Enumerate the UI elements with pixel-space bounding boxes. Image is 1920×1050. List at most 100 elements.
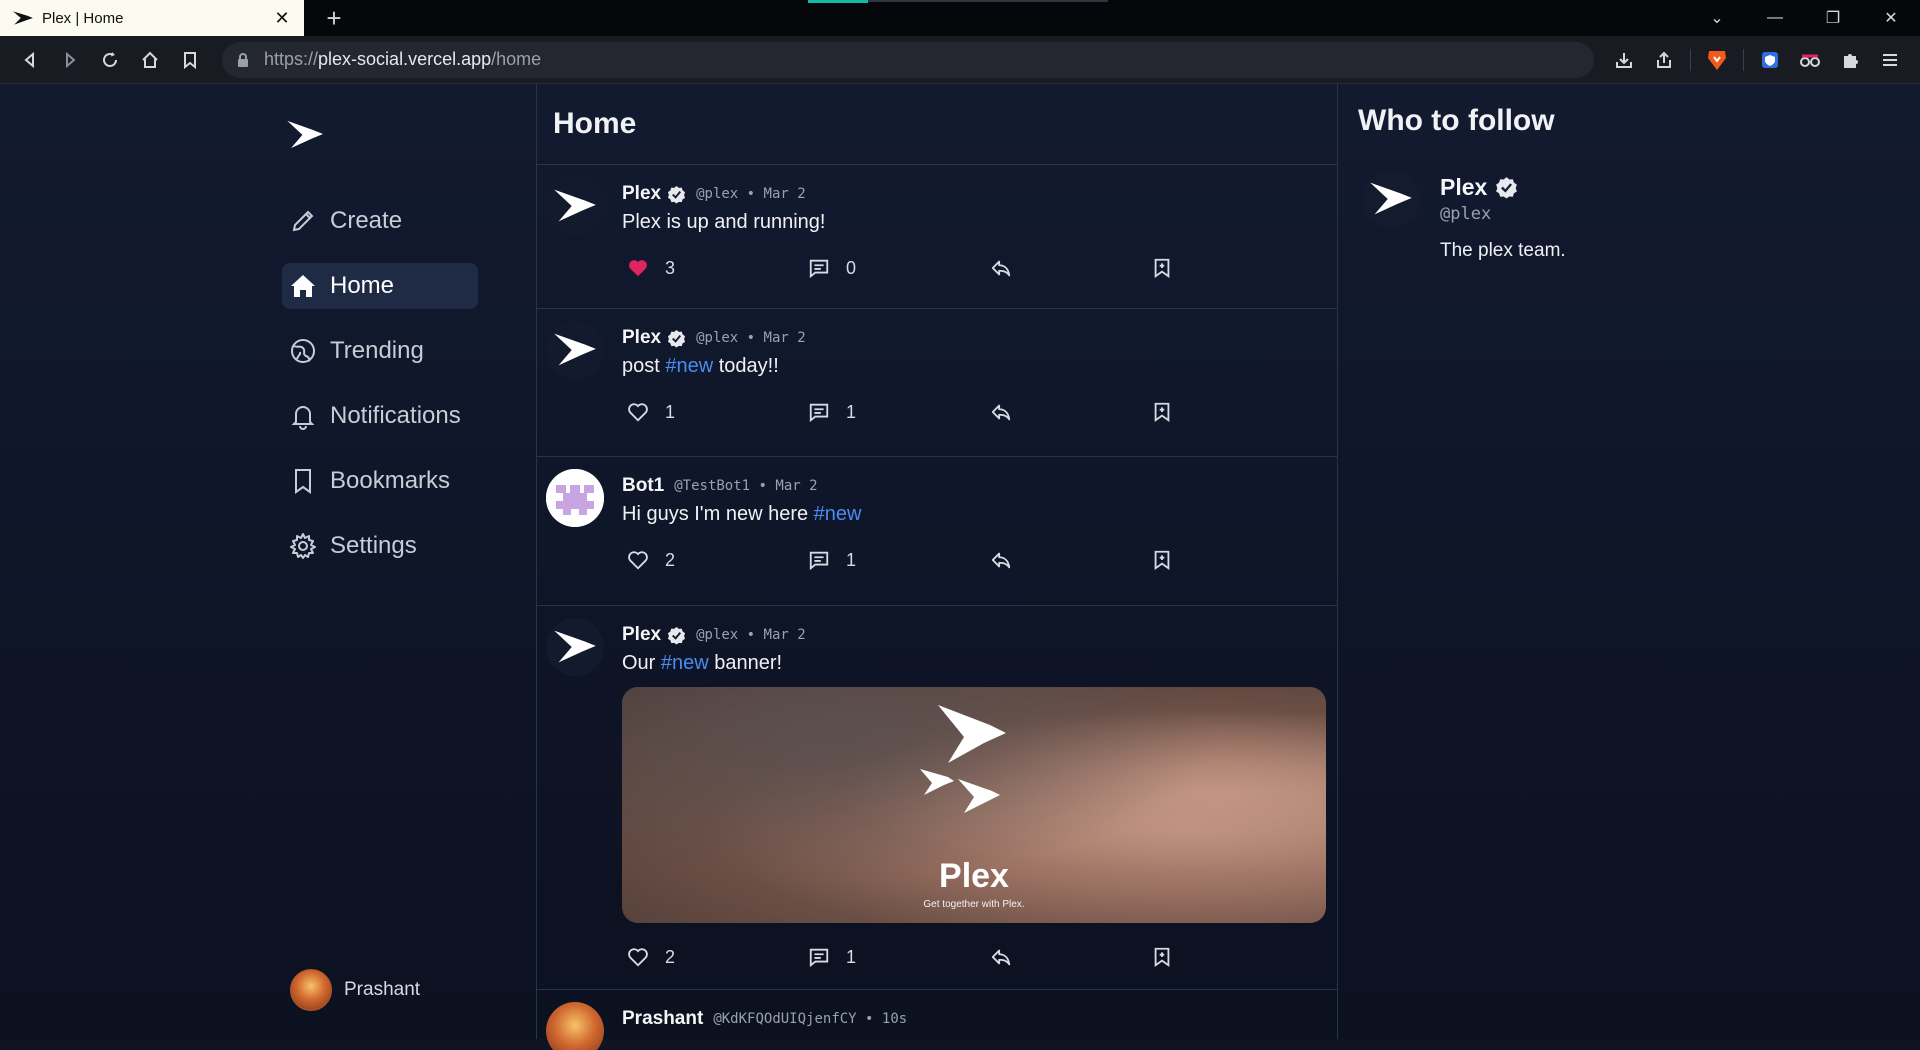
verified-badge-icon: [668, 626, 686, 645]
bookmark-button[interactable]: [1151, 401, 1189, 423]
hashtag-link[interactable]: #new: [665, 355, 713, 377]
bookmark-icon: [184, 51, 196, 69]
install-app-button[interactable]: [1604, 40, 1644, 80]
bookmark-add-icon: [1154, 258, 1170, 279]
nav-label-settings: Settings: [330, 532, 417, 559]
url-path: /home: [491, 49, 542, 69]
post-author[interactable]: Plex: [622, 624, 661, 646]
close-window-button[interactable]: ✕: [1862, 8, 1920, 28]
extension-shield-button[interactable]: [1750, 40, 1790, 80]
post-author[interactable]: Plex: [622, 183, 661, 205]
suggestion-avatar[interactable]: [1362, 170, 1420, 228]
post[interactable]: Plex @plex • Mar 2 Plex is up and runnin…: [537, 165, 1337, 309]
brave-shields-button[interactable]: [1697, 40, 1737, 80]
plex-logo-icon: [554, 333, 596, 366]
forward-button[interactable]: [50, 40, 90, 80]
post[interactable]: Prashant @KdKFQOdUIQjenfCY • 10s: [537, 990, 1337, 1050]
plex-logo-icon: [13, 11, 33, 25]
share-button[interactable]: [990, 549, 1028, 571]
nav-item-notifications[interactable]: Notifications: [282, 393, 478, 439]
post-date: Mar 2: [763, 330, 806, 346]
nav-item-settings[interactable]: Settings: [282, 523, 478, 569]
identicon-icon: [546, 469, 604, 527]
share-button[interactable]: [1644, 40, 1684, 80]
nav-item-create[interactable]: Create: [282, 198, 478, 244]
post-avatar[interactable]: [546, 618, 604, 676]
post[interactable]: Bot1 @TestBot1 • Mar 2 Hi guys I'm new h…: [537, 457, 1337, 606]
comment-icon: [809, 259, 829, 279]
back-button[interactable]: [10, 40, 50, 80]
hashtag-link[interactable]: #new: [814, 503, 862, 525]
post-text-part: Our: [622, 652, 661, 674]
heart-filled-icon: [629, 260, 647, 277]
bookmark-button[interactable]: [1151, 257, 1189, 279]
post-avatar[interactable]: [546, 177, 604, 235]
share-button[interactable]: [990, 946, 1028, 968]
tab-strip-divider: [868, 0, 1108, 2]
plex-logo-icon: [554, 630, 596, 663]
toolbar-separator: [1690, 48, 1691, 71]
post[interactable]: Plex @plex • Mar 2 post #new today!! 1 1: [537, 309, 1337, 457]
reply-button[interactable]: 1: [808, 549, 856, 571]
extension-glasses-button[interactable]: [1790, 40, 1830, 80]
user-avatar: [290, 969, 332, 1011]
reload-button[interactable]: [90, 40, 130, 80]
reply-arrow-icon: [991, 552, 1011, 569]
post-author[interactable]: Bot1: [622, 475, 664, 497]
extensions-button[interactable]: [1830, 40, 1870, 80]
globe-icon: [291, 339, 315, 363]
plex-logo-icon[interactable]: [283, 118, 325, 152]
feed: Home Plex @plex • Mar 2 Plex is up and r…: [537, 84, 1338, 1050]
reply-button[interactable]: 1: [808, 946, 856, 968]
browser-tab[interactable]: Plex | Home ✕: [0, 0, 304, 36]
heart-icon: [628, 948, 648, 967]
reply-count: 1: [846, 401, 857, 422]
nav-item-trending[interactable]: Trending: [282, 328, 478, 374]
like-button[interactable]: 2: [627, 549, 675, 571]
post-avatar[interactable]: [546, 469, 604, 527]
reply-count: 1: [846, 946, 857, 967]
reply-button[interactable]: 0: [808, 257, 856, 279]
nav-item-home[interactable]: Home: [282, 263, 478, 309]
heart-icon: [628, 551, 648, 570]
close-tab-icon[interactable]: ✕: [272, 8, 292, 29]
like-count: 1: [665, 401, 676, 422]
tab-search-icon[interactable]: ⌄: [1688, 8, 1746, 28]
verified-badge-icon: [1496, 177, 1518, 199]
post[interactable]: Plex @plex • Mar 2 Our #new banner! Plex…: [537, 606, 1337, 990]
restore-button[interactable]: ❐: [1804, 8, 1862, 28]
new-tab-button[interactable]: +: [320, 0, 348, 36]
like-count: 2: [665, 946, 676, 967]
post-author[interactable]: Plex: [622, 327, 661, 349]
hashtag-link[interactable]: #new: [661, 652, 709, 674]
reply-arrow-icon: [991, 949, 1011, 966]
like-button[interactable]: 1: [627, 401, 675, 423]
reload-icon: [103, 51, 117, 67]
address-bar[interactable]: https://plex-social.vercel.app/home: [222, 41, 1594, 78]
suggestion-name[interactable]: Plex: [1440, 174, 1487, 201]
home-icon: [142, 51, 158, 68]
reply-button[interactable]: 1: [808, 401, 856, 423]
banner-wordmark: Plex: [939, 857, 1009, 895]
like-button[interactable]: 3: [627, 257, 675, 279]
like-button[interactable]: 2: [627, 946, 675, 968]
share-button[interactable]: [990, 257, 1028, 279]
post-image[interactable]: Plex Get together with Plex.: [622, 687, 1326, 923]
plex-birds-icon: [920, 705, 1006, 813]
home-button[interactable]: [130, 40, 170, 80]
post-author[interactable]: Prashant: [622, 1008, 703, 1030]
post-avatar[interactable]: [546, 321, 604, 379]
current-user[interactable]: Prashant: [290, 969, 420, 1011]
bookmark-button[interactable]: [1151, 549, 1189, 571]
puzzle-icon: [1844, 53, 1858, 68]
post-handle: @plex: [696, 330, 739, 346]
minimize-button[interactable]: —: [1746, 9, 1804, 27]
bookmark-button[interactable]: [1151, 946, 1189, 968]
share-button[interactable]: [990, 401, 1028, 423]
menu-button[interactable]: [1870, 40, 1910, 80]
tab-title: Plex | Home: [42, 9, 124, 27]
bookmark-page-button[interactable]: [170, 40, 210, 80]
bookmark-add-icon: [1154, 402, 1170, 423]
nav-item-bookmarks[interactable]: Bookmarks: [282, 458, 478, 504]
post-avatar[interactable]: [546, 1002, 604, 1050]
